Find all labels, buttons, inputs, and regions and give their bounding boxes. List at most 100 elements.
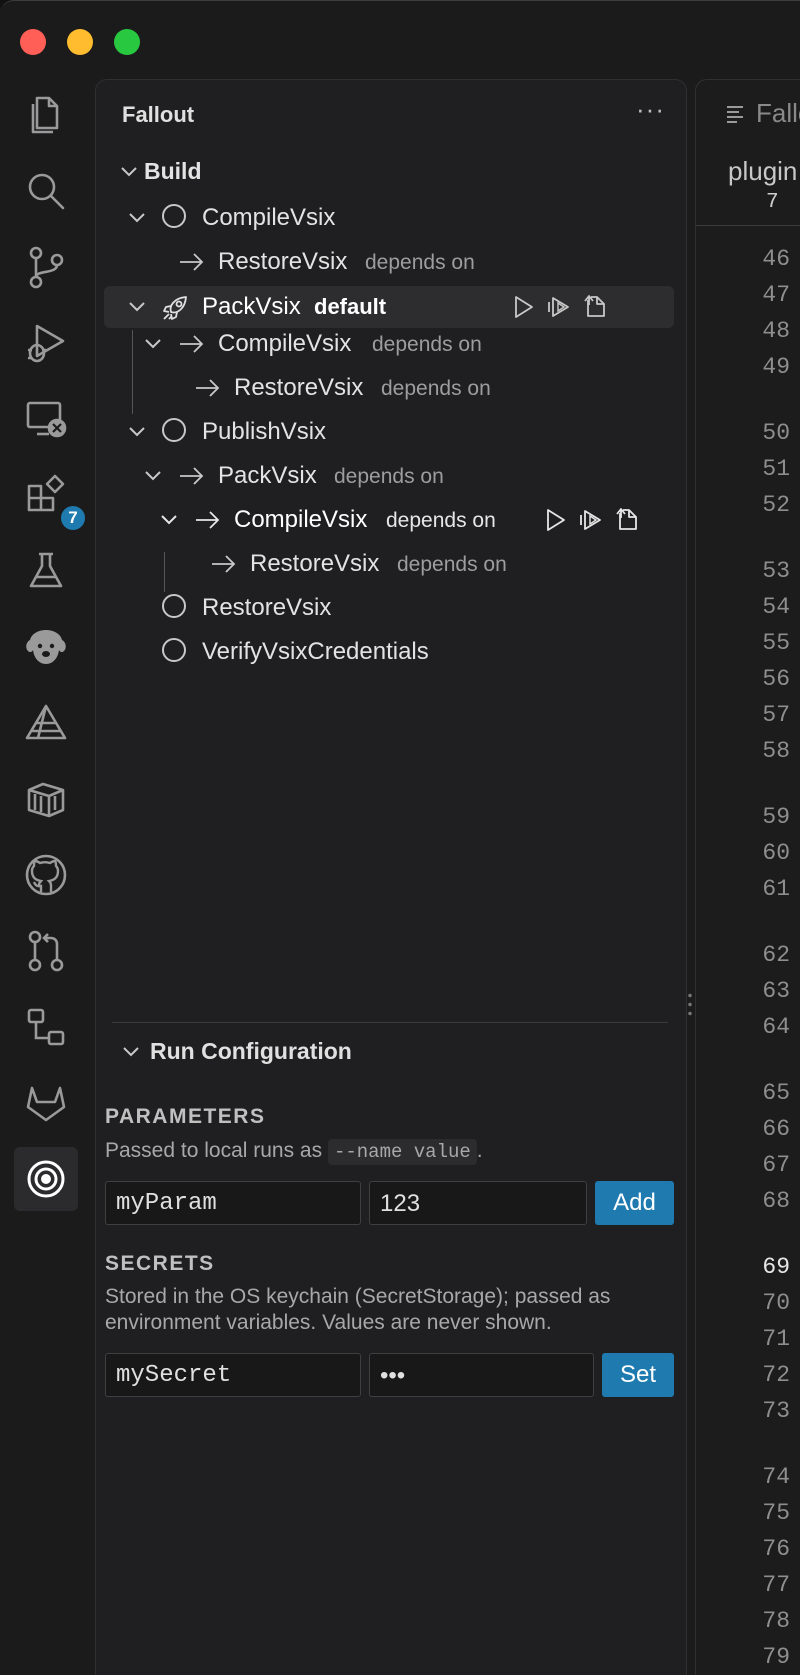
param-value-input[interactable]: 123 bbox=[369, 1181, 587, 1225]
search-icon bbox=[28, 173, 65, 210]
param-name-input[interactable]: myParam bbox=[105, 1181, 361, 1225]
line-number: 55 bbox=[762, 630, 790, 656]
tree-item-compilevsix-dependency[interactable]: CompileVsix depends on bbox=[104, 500, 674, 540]
explorer-button[interactable] bbox=[14, 83, 78, 147]
parameters-help-suffix: . bbox=[476, 1139, 483, 1162]
zoom-window-button[interactable] bbox=[114, 29, 140, 55]
triangle-extension-button[interactable] bbox=[14, 691, 78, 755]
tree-item-publishvsix[interactable]: PublishVsix bbox=[104, 412, 674, 452]
depends-on-text: depends on bbox=[397, 553, 507, 576]
container-button[interactable] bbox=[14, 767, 78, 831]
fallout-button[interactable] bbox=[14, 1147, 78, 1211]
line-number: 79 bbox=[762, 1644, 790, 1670]
dog-extension-button[interactable] bbox=[14, 615, 78, 679]
add-parameter-button[interactable]: Add bbox=[595, 1181, 674, 1225]
sidebar-title: Fallout bbox=[122, 102, 195, 127]
container-icon bbox=[27, 782, 65, 818]
gitlab-button[interactable] bbox=[14, 1071, 78, 1135]
more-actions-button[interactable]: ··· bbox=[636, 94, 665, 125]
section-divider bbox=[112, 1022, 668, 1023]
line-number: 76 bbox=[762, 1536, 790, 1562]
line-number: 59 bbox=[762, 804, 790, 830]
tree-item-restorevsix-dependency[interactable]: RestoreVsix depends on bbox=[104, 242, 674, 282]
chevron-down-icon bbox=[145, 471, 161, 481]
line-number: 49 bbox=[762, 354, 790, 380]
export-icon[interactable] bbox=[614, 505, 640, 531]
breadcrumb[interactable]: plugin bbox=[728, 156, 797, 187]
arrow-right-icon bbox=[180, 467, 204, 485]
target-icon bbox=[27, 1160, 65, 1198]
triangle-icon bbox=[25, 704, 67, 740]
secret-value-input[interactable]: ••• bbox=[369, 1353, 594, 1397]
run-target-icon[interactable] bbox=[542, 507, 568, 533]
run-skip-deps-icon[interactable] bbox=[578, 507, 604, 533]
line-number: 77 bbox=[762, 1572, 790, 1598]
line-number: 70 bbox=[762, 1290, 790, 1316]
secret-name-input[interactable]: mySecret bbox=[105, 1353, 361, 1397]
target-circle-icon bbox=[162, 594, 186, 618]
line-number: 71 bbox=[762, 1326, 790, 1352]
github-button[interactable] bbox=[14, 843, 78, 907]
dependency-label: CompileVsix bbox=[218, 330, 352, 357]
dependency-label: CompileVsix bbox=[234, 506, 368, 533]
pull-requests-button[interactable] bbox=[14, 919, 78, 983]
line-number: 74 bbox=[762, 1464, 790, 1490]
tree-item-packvsix-dependency[interactable]: PackVsix depends on bbox=[104, 456, 674, 496]
search-button[interactable] bbox=[14, 159, 78, 223]
testing-button[interactable] bbox=[14, 539, 78, 603]
run-debug-button[interactable] bbox=[14, 311, 78, 375]
list-icon bbox=[727, 106, 743, 123]
source-control-button[interactable] bbox=[14, 235, 78, 299]
line-number: 62 bbox=[762, 942, 790, 968]
line-number: 54 bbox=[762, 594, 790, 620]
secrets-help-line: environment variables. Values are never … bbox=[105, 1311, 552, 1334]
target-circle-icon bbox=[162, 638, 186, 662]
hierarchy-icon bbox=[27, 1008, 65, 1046]
line-number: 57 bbox=[762, 702, 790, 728]
target-circle-icon bbox=[162, 204, 186, 228]
tree-item-compilevsix-dependency[interactable]: CompileVsix depends on bbox=[104, 324, 674, 364]
activity-bar: 7 bbox=[0, 81, 92, 1675]
tree-item-restorevsix-dependency[interactable]: RestoreVsix depends on bbox=[104, 368, 674, 408]
run-target-icon[interactable] bbox=[510, 294, 536, 320]
extensions-button[interactable]: 7 bbox=[14, 463, 88, 533]
close-window-button[interactable] bbox=[20, 29, 46, 55]
sidebar-resize-handle[interactable] bbox=[688, 991, 692, 1019]
line-number: 50 bbox=[762, 420, 790, 446]
editor-pane: Fallo plugin 7 46 47 48 49 50 51 52 53 54 55 56 57 5… bbox=[695, 79, 800, 1675]
secrets-caption: SECRETS bbox=[105, 1252, 215, 1275]
line-number: 63 bbox=[762, 978, 790, 1004]
tree-item-verifyvsixcredentials[interactable]: VerifyVsixCredentials bbox=[104, 632, 674, 672]
tree-item-packvsix[interactable]: PackVsix default bbox=[104, 286, 674, 328]
secrets-help: Stored in the OS keychain (SecretStorage… bbox=[105, 1284, 610, 1336]
chevron-down-icon bbox=[123, 1047, 139, 1057]
dependency-label: RestoreVsix bbox=[234, 374, 364, 401]
depends-on-text: depends on bbox=[381, 377, 491, 400]
run-skip-deps-icon[interactable] bbox=[546, 294, 572, 320]
tree-item-restorevsix-dependency[interactable]: RestoreVsix depends on bbox=[104, 544, 674, 584]
default-tag: default bbox=[314, 294, 387, 319]
hierarchy-button[interactable] bbox=[14, 995, 78, 1059]
remote-explorer-button[interactable] bbox=[14, 387, 78, 451]
arrow-right-icon bbox=[196, 379, 220, 397]
parameters-help-text: Passed to local runs as bbox=[105, 1139, 323, 1162]
tree-item-restorevsix[interactable]: RestoreVsix bbox=[104, 588, 674, 628]
line-number: 46 bbox=[762, 246, 790, 272]
arrow-right-icon bbox=[180, 253, 204, 271]
line-number: 66 bbox=[762, 1116, 790, 1142]
set-secret-button[interactable]: Set bbox=[602, 1353, 674, 1397]
minimize-window-button[interactable] bbox=[67, 29, 93, 55]
editor-tab-title[interactable]: Fallo bbox=[756, 98, 800, 129]
line-number: 53 bbox=[762, 558, 790, 584]
line-number: 61 bbox=[762, 876, 790, 902]
arrow-right-icon bbox=[212, 555, 236, 573]
tree-item-compilevsix[interactable]: CompileVsix bbox=[104, 198, 674, 238]
target-label: PublishVsix bbox=[202, 418, 327, 445]
chevron-down-icon bbox=[129, 427, 145, 437]
depends-on-text: depends on bbox=[372, 333, 482, 356]
build-section-header[interactable]: Build bbox=[104, 152, 674, 192]
target-label: VerifyVsixCredentials bbox=[202, 638, 429, 665]
line-number: 65 bbox=[762, 1080, 790, 1106]
export-icon[interactable] bbox=[582, 292, 608, 318]
parameters-help: Passed to local runs as --name value. bbox=[105, 1138, 483, 1165]
